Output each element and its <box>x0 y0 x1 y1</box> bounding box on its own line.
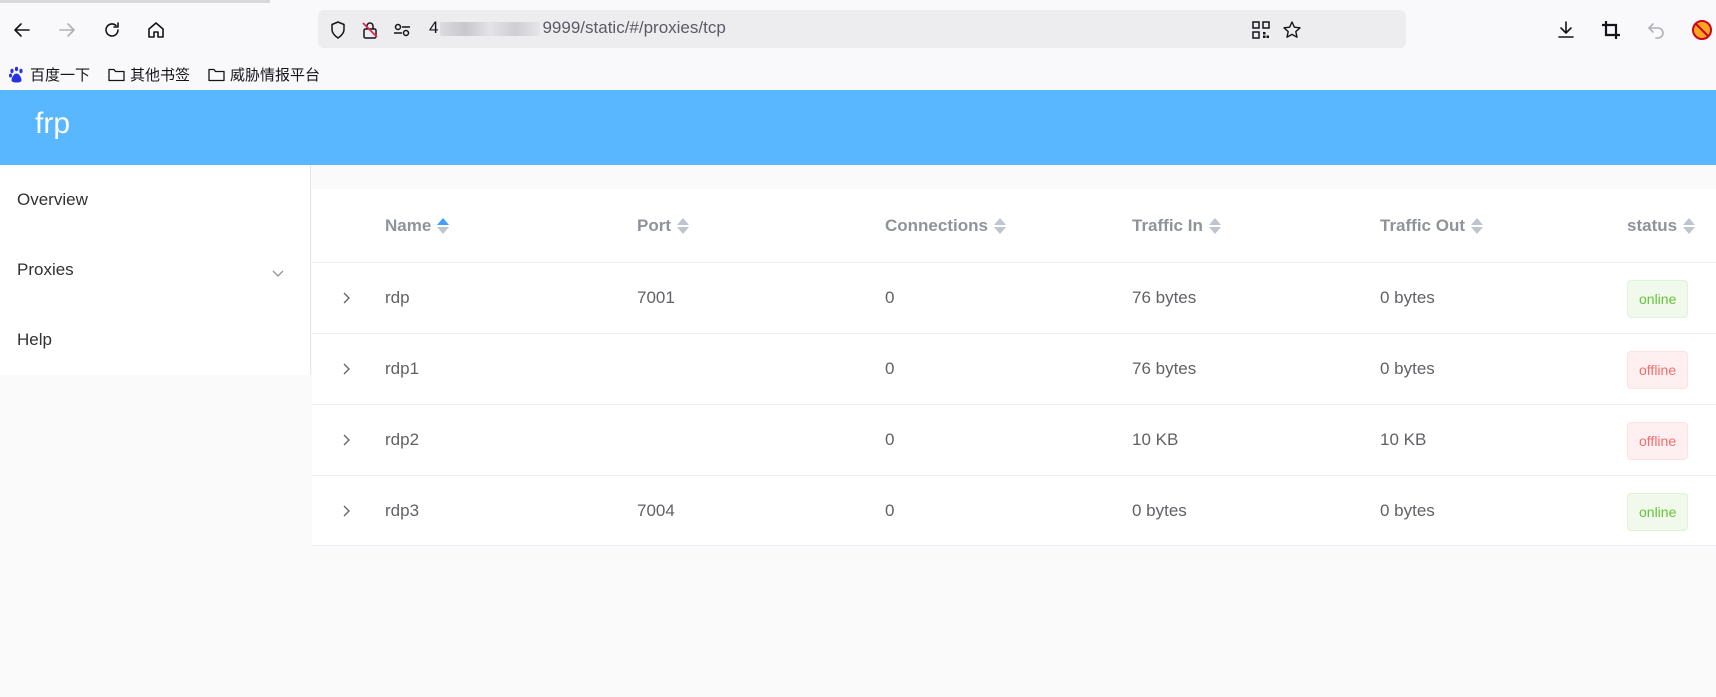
cell-traffic-out: 0 bytes <box>1380 501 1435 520</box>
cell-traffic-in: 76 bytes <box>1132 359 1197 378</box>
bookmark-folder-threat-intel[interactable]: 威胁情报平台 <box>208 63 320 85</box>
shield-icon[interactable] <box>327 19 349 41</box>
sort-caret-icon[interactable] <box>437 217 450 235</box>
status-badge: online <box>1627 280 1689 318</box>
sidebar-item-proxies[interactable]: Proxies <box>0 235 311 305</box>
blocked-extension-icon[interactable] <box>1686 14 1716 46</box>
url-text[interactable]: 4 9999/static/#/proxies/tcp <box>429 18 726 38</box>
table-row: rdp3 7004 0 0 bytes 0 bytes online <box>312 476 1716 547</box>
cell-port: 7001 <box>637 288 675 307</box>
cell-connections: 0 <box>885 430 895 449</box>
cell-name: rdp3 <box>385 501 420 520</box>
cell-traffic-in: 10 KB <box>1132 430 1179 449</box>
home-icon[interactable] <box>140 14 172 46</box>
status-badge: offline <box>1627 422 1689 460</box>
reload-icon[interactable] <box>96 14 128 46</box>
folder-icon <box>208 68 225 81</box>
column-header-status[interactable]: status <box>1627 189 1696 263</box>
forward-arrow-icon[interactable] <box>51 14 83 46</box>
brand-logo-text[interactable]: frp <box>35 107 70 141</box>
sidebar-item-label: Overview <box>17 190 88 209</box>
cell-traffic-in: 76 bytes <box>1132 288 1197 307</box>
cell-traffic-out: 10 KB <box>1380 430 1427 449</box>
cell-traffic-out: 0 bytes <box>1380 359 1435 378</box>
bookmark-baidu[interactable]: 百度一下 <box>8 63 90 85</box>
url-host: 4 <box>429 18 439 37</box>
status-badge: offline <box>1627 351 1689 389</box>
cell-traffic-in: 0 bytes <box>1132 501 1187 520</box>
redacted-host-blur <box>440 21 541 36</box>
bookmark-folder-other[interactable]: 其他书签 <box>108 63 190 85</box>
download-icon[interactable] <box>1550 14 1582 46</box>
chevron-down-icon <box>271 263 285 283</box>
bookmark-label: 百度一下 <box>30 66 91 84</box>
table-row: rdp 7001 0 76 bytes 0 bytes online <box>312 263 1716 334</box>
column-header-traffic-in[interactable]: Traffic In <box>1132 189 1221 263</box>
cell-connections: 0 <box>885 359 895 378</box>
column-header-name[interactable]: Name <box>385 189 450 263</box>
main-content: Name Port Connections Traffic In Traffic… <box>312 165 1716 697</box>
sidebar-item-label: Help <box>17 330 52 349</box>
undo-icon[interactable] <box>1640 14 1672 46</box>
back-arrow-icon[interactable] <box>6 14 38 46</box>
insecure-lock-icon[interactable] <box>359 19 381 41</box>
bookmark-label: 威胁情报平台 <box>230 66 321 84</box>
status-badge: online <box>1627 493 1689 531</box>
screenshot-crop-icon[interactable] <box>1595 14 1627 46</box>
sidebar-item-label: Proxies <box>17 260 74 279</box>
expand-chevron-icon[interactable] <box>336 501 356 521</box>
column-header-port[interactable]: Port <box>637 189 689 263</box>
table-header: Name Port Connections Traffic In Traffic… <box>312 189 1716 263</box>
cell-traffic-out: 0 bytes <box>1380 288 1435 307</box>
cell-name: rdp <box>385 288 410 307</box>
column-header-traffic-out[interactable]: Traffic Out <box>1380 189 1484 263</box>
cell-connections: 0 <box>885 288 895 307</box>
baidu-paw-icon <box>9 66 23 82</box>
bookmark-star-icon[interactable] <box>1281 19 1303 41</box>
bookmark-label: 其他书签 <box>130 66 191 84</box>
sidebar-item-help[interactable]: Help <box>0 305 311 375</box>
bookmarks-bar: 百度一下 其他书签 威胁情报平台 <box>0 58 1716 90</box>
table-row: rdp1 0 76 bytes 0 bytes offline <box>312 334 1716 405</box>
sort-caret-icon[interactable] <box>993 217 1006 235</box>
sort-caret-icon[interactable] <box>677 217 689 235</box>
expand-chevron-icon[interactable] <box>336 359 356 379</box>
cell-connections: 0 <box>885 501 895 520</box>
browser-toolbar: 4 9999/static/#/proxies/tcp <box>0 0 1716 58</box>
sort-caret-icon[interactable] <box>1471 217 1484 235</box>
sort-caret-icon[interactable] <box>1208 217 1221 235</box>
url-path: 9999/static/#/proxies/tcp <box>542 18 726 37</box>
sidebar-menu: Overview Proxies Help <box>0 165 311 375</box>
tab-strip-edge <box>0 0 270 3</box>
sort-caret-icon[interactable] <box>1683 217 1696 235</box>
table-row: rdp2 0 10 KB 10 KB offline <box>312 405 1716 476</box>
folder-icon <box>108 68 125 81</box>
sidebar-item-overview[interactable]: Overview <box>0 165 311 235</box>
column-header-connections[interactable]: Connections <box>885 189 1006 263</box>
cell-name: rdp1 <box>385 359 420 378</box>
permissions-icon[interactable] <box>391 19 413 41</box>
app-header: frp <box>0 90 1716 165</box>
proxies-table: Name Port Connections Traffic In Traffic… <box>312 189 1716 546</box>
expand-chevron-icon[interactable] <box>336 430 356 450</box>
expand-chevron-icon[interactable] <box>336 288 356 308</box>
cell-port: 7004 <box>637 501 675 520</box>
qr-code-icon[interactable] <box>1250 19 1272 41</box>
cell-name: rdp2 <box>385 430 420 449</box>
